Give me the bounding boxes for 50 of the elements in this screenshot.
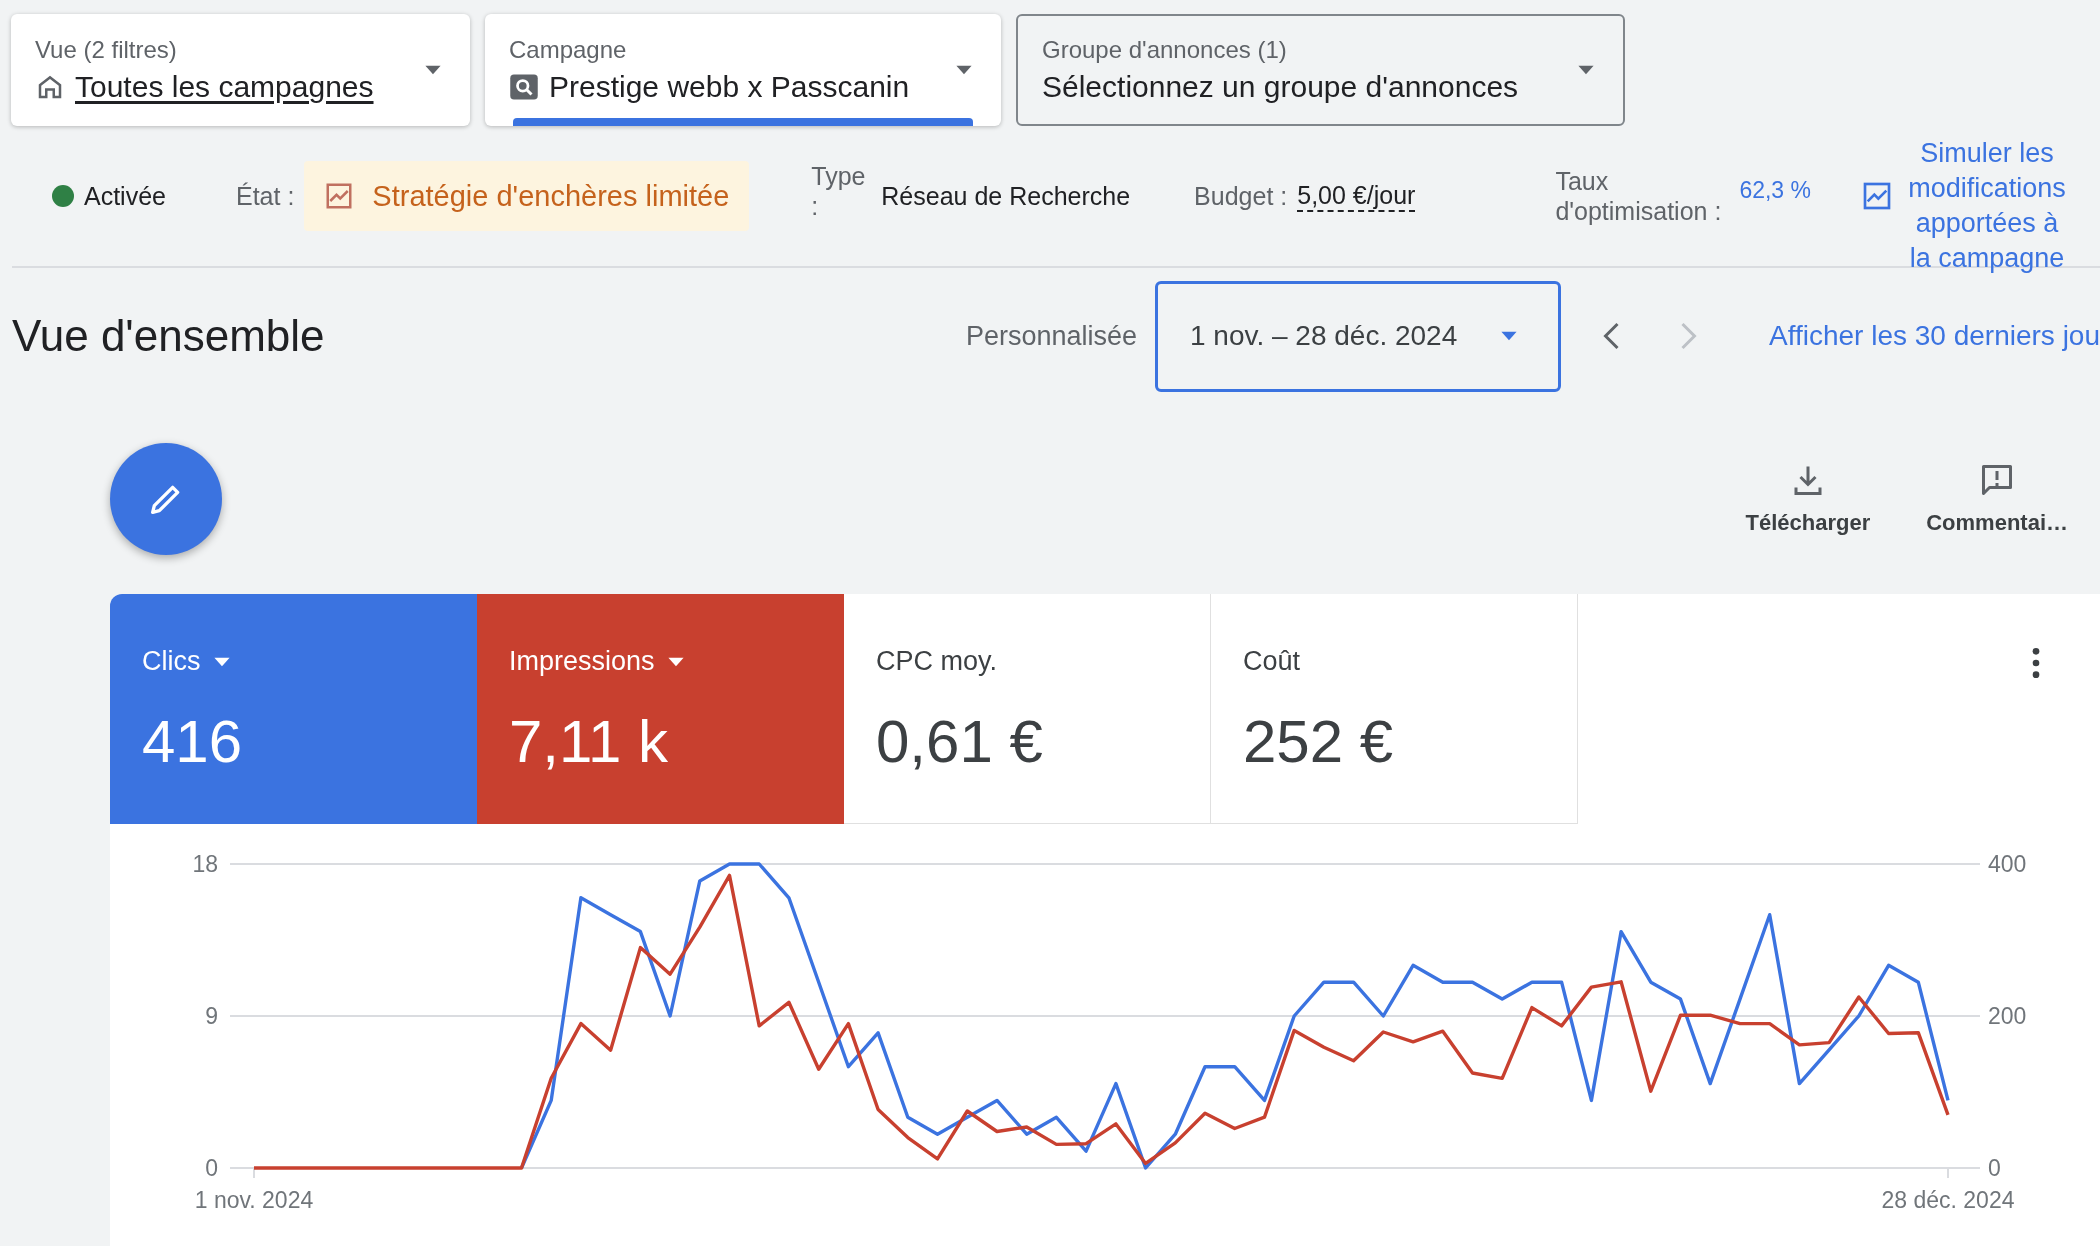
budget-label: Budget :	[1194, 181, 1288, 211]
y-axis-label: 400	[1988, 851, 2027, 877]
status-text: Activée	[84, 181, 166, 211]
edit-button[interactable]	[110, 443, 222, 555]
metric-value: 7,11 k	[509, 707, 669, 776]
x-axis-label: 1 nov. 2024	[194, 1187, 314, 1213]
metric-value: 252 €	[1243, 707, 1395, 776]
filter-dropdown[interactable]: Groupe d'annonces (1) Sélectionnez un groupe d'annonces	[1016, 14, 1625, 126]
toolbar-button[interactable]: Télécharger	[1739, 461, 1877, 537]
metric-label: CPC moy.	[876, 646, 997, 677]
y-axis-label: 0	[205, 1155, 218, 1181]
filter-dropdown[interactable]: Campagne Prestige webb x Passcanin	[485, 14, 1001, 126]
metric-tile[interactable]: Impressions 7,11 k	[477, 594, 844, 824]
more-options-icon	[2032, 648, 2040, 678]
dropdown-value: Toutes les campagnes	[75, 70, 374, 104]
metric-tile[interactable]: Coût 252 €	[1211, 594, 1578, 824]
search-icon	[509, 72, 539, 102]
metric-label: Clics	[142, 646, 201, 677]
metric-value: 0,61 €	[876, 707, 1044, 776]
section-title: Vue d'ensemble	[12, 311, 325, 361]
state-label: État :	[236, 181, 295, 211]
type-label: Type :	[811, 161, 867, 221]
y-axis-label: 18	[192, 851, 218, 877]
y-axis-label: 0	[1988, 1155, 2001, 1181]
dropdown-value: Prestige webb x Passcanin	[549, 70, 910, 104]
simulate-link[interactable]: Simuler les modifications apportées à la campagne	[1903, 136, 2071, 276]
dropdown-label: Vue (2 filtres)	[35, 36, 178, 64]
last-30-days-link[interactable]: Afficher les 30 derniers jou	[1769, 320, 2100, 352]
x-axis-label: 28 déc. 2024	[1881, 1187, 2015, 1213]
budget-value[interactable]: 5,00 €/jour	[1297, 180, 1416, 212]
metric-tile[interactable]: CPC moy. 0,61 €	[844, 594, 1211, 824]
toolbar-button[interactable]: Commentai…	[1920, 461, 2074, 537]
y-axis-label: 9	[205, 1003, 218, 1029]
metric-tile[interactable]: Clics 416	[110, 594, 477, 824]
metric-value: 416	[142, 707, 244, 776]
metric-label: Coût	[1243, 646, 1301, 677]
dropdown-label: Campagne	[509, 36, 628, 64]
type-value: Réseau de Recherche	[881, 181, 1131, 211]
metric-label: Impressions	[509, 646, 655, 677]
filter-dropdown[interactable]: Vue (2 filtres) Toutes les campagnes	[11, 14, 470, 126]
range-label: Personnalisée	[965, 320, 1137, 352]
optimization-label: Taux d'optimisation :	[1555, 166, 1723, 226]
dropdown-value: Sélectionnez un groupe d'annonces	[1042, 70, 1519, 104]
dropdown-label: Groupe d'annonces (1)	[1042, 36, 1288, 64]
line-chart-icon	[324, 181, 355, 211]
optimization-score[interactable]: 62,3 %	[1739, 176, 1811, 204]
date-range-picker[interactable]: 1 nov. – 28 déc. 2024	[1155, 280, 1561, 392]
bid-strategy-badge[interactable]: Stratégie d'enchères limitée	[304, 161, 750, 231]
y-axis-label: 200	[1988, 1003, 2027, 1029]
line-chart-icon	[1861, 180, 1893, 212]
